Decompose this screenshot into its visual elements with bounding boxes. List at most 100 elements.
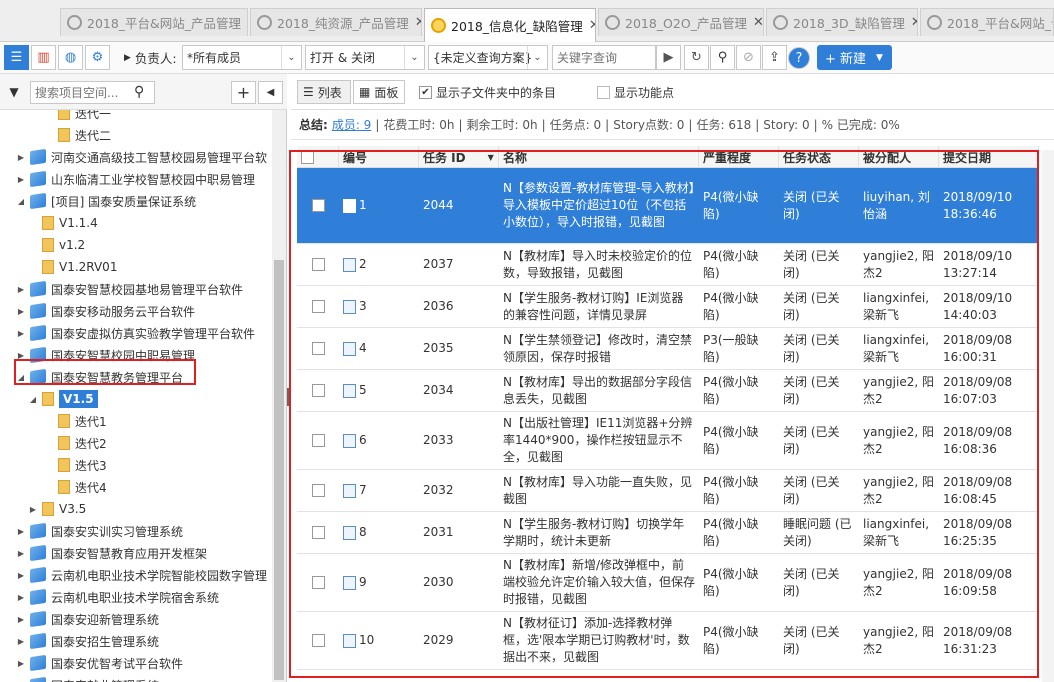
tree-node[interactable]: ▶ 国泰安迎新管理系统 bbox=[14, 608, 159, 630]
expand-toggle-icon[interactable]: ▶ bbox=[14, 659, 28, 668]
tree-node[interactable]: 迭代2 bbox=[42, 432, 107, 454]
document-icon[interactable] bbox=[343, 257, 356, 272]
block-icon[interactable]: ⊘ bbox=[736, 45, 761, 70]
tree-node[interactable]: 迭代二 bbox=[42, 124, 111, 146]
globe-icon[interactable]: ◍ bbox=[58, 45, 83, 70]
tree-node[interactable]: ▶ 国泰安智慧校园基地易管理平台软件 bbox=[14, 278, 243, 300]
checkbox-all[interactable] bbox=[301, 150, 314, 164]
checkbox-checked[interactable]: ✔ bbox=[419, 86, 432, 99]
tree-node[interactable]: V1.2RV01 bbox=[26, 256, 117, 278]
row-checkbox[interactable] bbox=[311, 199, 325, 212]
tree-node[interactable]: ▶ 国泰安移动服务云平台软件 bbox=[14, 300, 195, 322]
tree-node[interactable]: ▶国泰安就业管理系统 bbox=[14, 674, 159, 682]
tab-info-defect[interactable]: 2018_信息化_缺陷管理 ✕ bbox=[424, 8, 596, 42]
header-select-all[interactable] bbox=[297, 146, 339, 168]
close-icon[interactable]: ✕ bbox=[589, 18, 595, 33]
row-checkbox[interactable] bbox=[311, 526, 325, 539]
document-icon[interactable] bbox=[343, 341, 356, 356]
keyword-search-input[interactable] bbox=[552, 45, 656, 70]
document-icon[interactable] bbox=[343, 383, 356, 398]
document-icon[interactable] bbox=[343, 483, 356, 498]
row-checkbox[interactable] bbox=[311, 384, 325, 397]
tree-node[interactable]: ◢ 国泰安智慧教务管理平台 bbox=[14, 366, 183, 388]
row-checkbox[interactable] bbox=[311, 576, 325, 589]
row-select-cell[interactable] bbox=[297, 244, 339, 285]
table-row[interactable]: 5 2034 N【教材库】导出的数据部分字段信息丢失，见截图 P4(微小缺陷) 关闭 (… bbox=[297, 370, 1039, 412]
collapse-left-icon[interactable]: ◀ bbox=[258, 81, 283, 104]
query-select[interactable]: {未定义查询方案} ⌄ bbox=[428, 45, 548, 70]
row-select-cell[interactable] bbox=[297, 168, 339, 243]
chart-icon[interactable]: ▥ bbox=[31, 45, 56, 70]
refresh-icon[interactable]: ↻ bbox=[684, 45, 709, 70]
table-row[interactable]: 9 2030 N【教材库】新增/修改弹框中，前端校验允许定价输入较大值，但保存时报错… bbox=[297, 554, 1039, 612]
table-row[interactable]: 8 2031 N【学生服务-教材订购】切换学年学期时，统计未更新 P4(微小缺陷) 睡眠… bbox=[297, 512, 1039, 554]
header-date[interactable]: 提交日期 bbox=[939, 146, 1039, 168]
filter-icon[interactable]: ▼ bbox=[4, 81, 24, 103]
table-row[interactable]: 7 2032 N【教材库】导入功能一直失败，见截图 P4(微小缺陷) 关闭 (已关闭) y… bbox=[297, 470, 1039, 512]
expand-toggle-icon[interactable]: ▶ bbox=[14, 637, 28, 646]
list-view-icon[interactable]: ☰ bbox=[4, 45, 29, 70]
tree-node[interactable]: ▶ 云南机电职业技术学院宿舍系统 bbox=[14, 586, 219, 608]
scrollbar-thumb[interactable] bbox=[274, 260, 284, 680]
help-icon[interactable]: ? bbox=[788, 47, 810, 69]
row-select-cell[interactable] bbox=[297, 512, 339, 553]
search-icon[interactable]: ⚲ bbox=[710, 45, 735, 70]
tree-node[interactable]: ▶ 山东临清工业学校智慧校园中职易管理 bbox=[14, 168, 255, 190]
row-select-cell[interactable] bbox=[297, 470, 339, 511]
tree-node[interactable]: ▶ 国泰安智慧教育应用开发框架 bbox=[14, 542, 207, 564]
table-row[interactable]: 2 2037 N【教材库】导入时未校验定价的位数，导致报错，见截图 P4(微小缺陷) 关… bbox=[297, 244, 1039, 286]
header-status[interactable]: 任务状态 bbox=[779, 146, 859, 168]
close-icon[interactable]: ✕ bbox=[247, 15, 248, 30]
tab-platform-plan[interactable]: 2018_平台&网站_计 bbox=[920, 8, 1054, 36]
header-number[interactable]: 编号 bbox=[339, 146, 419, 168]
tree-node[interactable]: v1.2 bbox=[26, 234, 85, 256]
tree-node[interactable]: ▶ V3.5 bbox=[26, 498, 86, 520]
tree-node[interactable]: V1.1.4 bbox=[26, 212, 98, 234]
tree-node[interactable]: ▶ 云南机电职业技术学院智能校园数字管理 bbox=[14, 564, 267, 586]
tree-node[interactable]: 迭代1 bbox=[42, 410, 107, 432]
expand-toggle-icon[interactable]: ◢ bbox=[14, 197, 28, 206]
row-select-cell[interactable] bbox=[297, 412, 339, 469]
row-checkbox[interactable] bbox=[311, 258, 325, 271]
expand-toggle-icon[interactable]: ▶ bbox=[14, 153, 28, 162]
header-assignee[interactable]: 被分配人 bbox=[859, 146, 939, 168]
expand-toggle-icon[interactable]: ▶ bbox=[26, 505, 40, 514]
document-icon[interactable] bbox=[343, 433, 356, 448]
expand-toggle-icon[interactable]: ◢ bbox=[14, 373, 28, 382]
document-icon[interactable] bbox=[343, 525, 356, 540]
search-go-icon[interactable]: ▶ bbox=[656, 45, 681, 70]
tree-node[interactable]: ▶ 国泰安智慧校园中职易管理 bbox=[14, 344, 195, 366]
tree-node[interactable]: ▶ 国泰安招生管理系统 bbox=[14, 630, 159, 652]
owner-select[interactable]: *所有成员 ⌄ bbox=[182, 45, 302, 70]
document-icon[interactable] bbox=[343, 299, 356, 314]
row-checkbox[interactable] bbox=[311, 342, 325, 355]
tab-resource-product[interactable]: 2018_纯资源_产品管理 ✕ bbox=[250, 8, 422, 36]
expand-toggle-icon[interactable]: ▶ bbox=[14, 307, 28, 316]
header-severity[interactable]: 严重程度 bbox=[699, 146, 779, 168]
expand-toggle-icon[interactable]: ▶ bbox=[14, 615, 28, 624]
close-icon[interactable]: ✕ bbox=[911, 15, 917, 30]
close-icon[interactable]: ✕ bbox=[415, 15, 421, 30]
tree-node[interactable]: 迭代一 bbox=[42, 110, 111, 124]
status-select[interactable]: 打开 & 关闭 ⌄ bbox=[305, 45, 425, 70]
expand-toggle-icon[interactable]: ▶ bbox=[14, 593, 28, 602]
tree-node[interactable]: 迭代3 bbox=[42, 454, 107, 476]
row-select-cell[interactable] bbox=[297, 286, 339, 327]
expand-toggle-icon[interactable]: ▶ bbox=[14, 175, 28, 184]
expand-toggle-icon[interactable]: ▶ bbox=[14, 527, 28, 536]
tree-node[interactable]: ◢ [项目] 国泰安质量保证系统 bbox=[14, 190, 196, 212]
expand-toggle-icon[interactable]: ▶ bbox=[14, 329, 28, 338]
row-select-cell[interactable] bbox=[297, 554, 339, 611]
row-select-cell[interactable] bbox=[297, 370, 339, 411]
tree-node[interactable]: ▶ 国泰安实训实习管理系统 bbox=[14, 520, 183, 542]
table-row[interactable]: 10 2029 N【教材征订】添加-选择教材弹框，选'限本学期已订购教材'时，数据出… bbox=[297, 612, 1039, 670]
new-button[interactable]: + 新建 ▼ bbox=[817, 45, 892, 70]
expand-toggle-icon[interactable]: ▶ bbox=[14, 351, 28, 360]
row-checkbox[interactable] bbox=[311, 484, 325, 497]
show-feature-toggle[interactable]: 显示功能点 bbox=[597, 84, 674, 101]
table-row[interactable]: 1 2044 N【参数设置-教材库管理-导入教材】导入模板中定价超过10位（不包括小… bbox=[297, 168, 1039, 244]
export-icon[interactable]: ⇪ bbox=[762, 45, 787, 70]
header-task-id[interactable]: 任务 ID ▼ bbox=[419, 146, 499, 168]
row-checkbox[interactable] bbox=[311, 434, 325, 447]
tree-node[interactable]: ▶ 河南交通高级技工智慧校园易管理平台软 bbox=[14, 146, 267, 168]
